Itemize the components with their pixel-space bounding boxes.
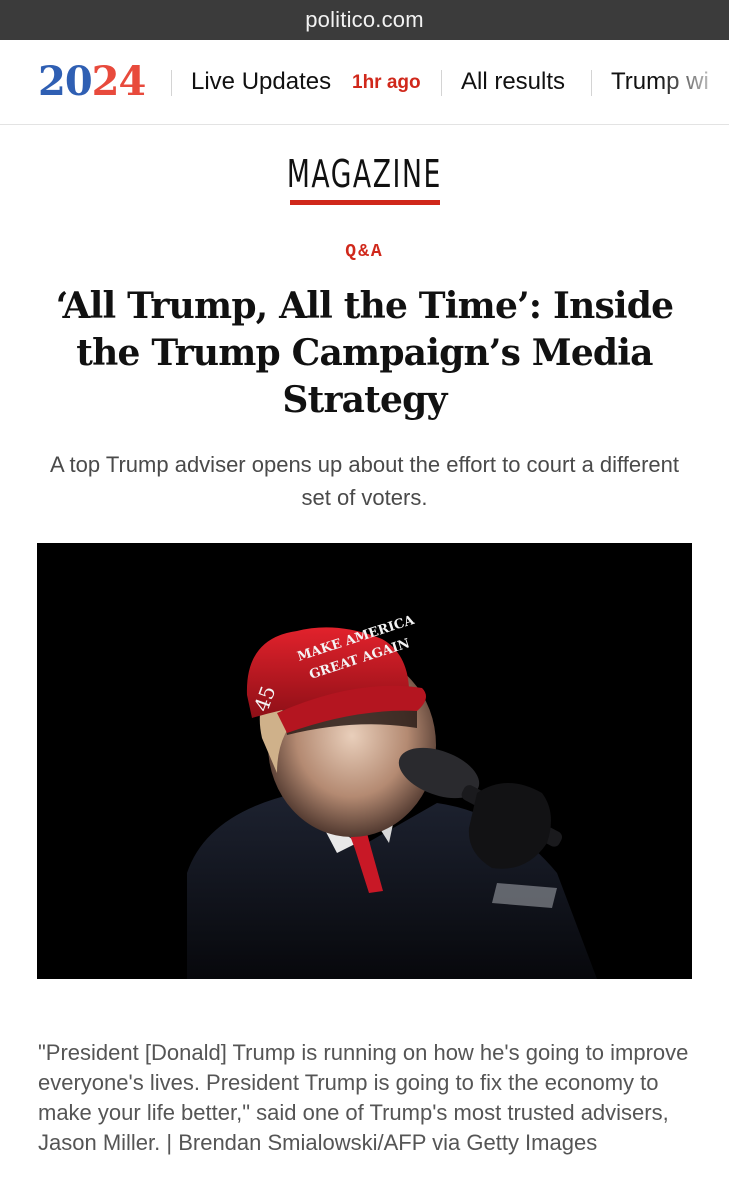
nav-all-results-link[interactable]: All results bbox=[461, 66, 565, 98]
magazine-underline bbox=[290, 200, 440, 205]
article-headline: ‘All Trump, All the Time’: Inside the Tr… bbox=[55, 285, 674, 421]
lead-photo-illustration: 45 MAKE AMERICA GREAT AGAIN bbox=[187, 613, 597, 979]
election-nav-bar: 2024 Live Updates 1hr ago All results Tr… bbox=[0, 40, 729, 125]
browser-address-bar[interactable]: politico.com bbox=[0, 0, 729, 40]
magazine-section-link[interactable]: MAGAZINE bbox=[287, 150, 442, 198]
nav-overflow-fade bbox=[659, 40, 729, 124]
lead-image[interactable]: 45 MAKE AMERICA GREAT AGAIN bbox=[37, 543, 692, 979]
browser-url[interactable]: politico.com bbox=[305, 7, 424, 33]
nav-divider bbox=[591, 70, 592, 96]
logo-digit-red: 2 bbox=[91, 58, 120, 105]
nav-live-updates-link[interactable]: Live Updates bbox=[191, 66, 331, 98]
election-2024-logo[interactable]: 2024 bbox=[38, 58, 147, 106]
nav-divider bbox=[171, 70, 172, 96]
logo-digit-red-last: 4 bbox=[118, 58, 147, 105]
section-brand: MAGAZINE bbox=[0, 150, 729, 205]
live-updates-time-badge: 1hr ago bbox=[352, 72, 421, 93]
lead-image-caption: "President [Donald] Trump is running on … bbox=[38, 1040, 689, 1155]
nav-divider bbox=[441, 70, 442, 96]
logo-digits-blue: 20 bbox=[38, 58, 93, 105]
article-kicker[interactable]: Q&A bbox=[0, 242, 729, 262]
article-dek: A top Trump adviser opens up about the e… bbox=[49, 452, 680, 510]
